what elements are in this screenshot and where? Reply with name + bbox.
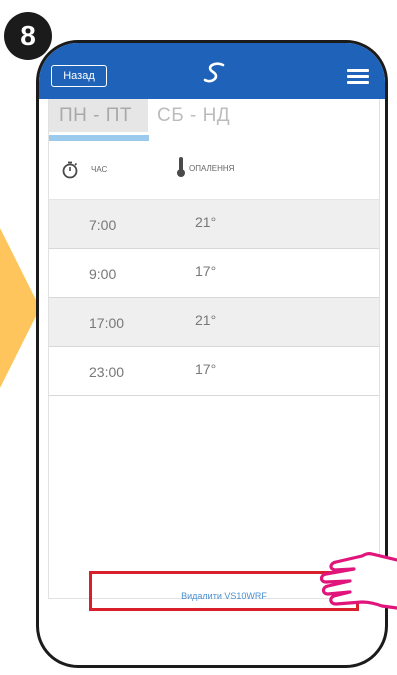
- stopwatch-icon: [62, 161, 78, 179]
- back-button[interactable]: Назад: [51, 65, 107, 87]
- row-time: 7:00: [89, 217, 117, 233]
- thermometer-icon: [177, 157, 185, 177]
- pointer-arrow: [0, 228, 40, 388]
- table-row[interactable]: 7:00 21°: [49, 200, 379, 249]
- table-row[interactable]: 17:00 21°: [49, 298, 379, 347]
- step-number: 8: [20, 20, 36, 51]
- column-heating-label: ОПАЛЕННЯ: [189, 164, 235, 173]
- row-time: 23:00: [89, 364, 125, 380]
- tab-weekend[interactable]: СБ - НД: [157, 105, 230, 127]
- table-header: ЧАС ОПАЛЕННЯ: [49, 143, 379, 200]
- app-header: Назад: [39, 43, 385, 99]
- table-row[interactable]: 23:00 17°: [49, 347, 379, 396]
- tab-weekdays[interactable]: ПН - ПТ: [49, 99, 148, 132]
- active-tab-indicator: [49, 135, 149, 141]
- pointing-hand-icon: [319, 552, 397, 610]
- row-time: 9:00: [89, 266, 117, 282]
- row-temperature: 17°: [195, 263, 217, 279]
- row-time: 17:00: [89, 315, 125, 331]
- row-temperature: 21°: [195, 312, 217, 328]
- column-time-label: ЧАС: [91, 165, 108, 174]
- row-temperature: 17°: [195, 361, 217, 377]
- step-number-badge: 8: [4, 12, 52, 60]
- table-row[interactable]: 9:00 17°: [49, 249, 379, 298]
- day-tabs: ПН - ПТ СБ - НД: [49, 99, 379, 143]
- hamburger-menu-icon[interactable]: [347, 69, 369, 84]
- row-temperature: 21°: [195, 214, 217, 230]
- schedule-panel: ПН - ПТ СБ - НД ЧАС ОПАЛЕННЯ 7:00 21° 9:…: [48, 99, 380, 599]
- salus-logo-icon: [203, 62, 225, 83]
